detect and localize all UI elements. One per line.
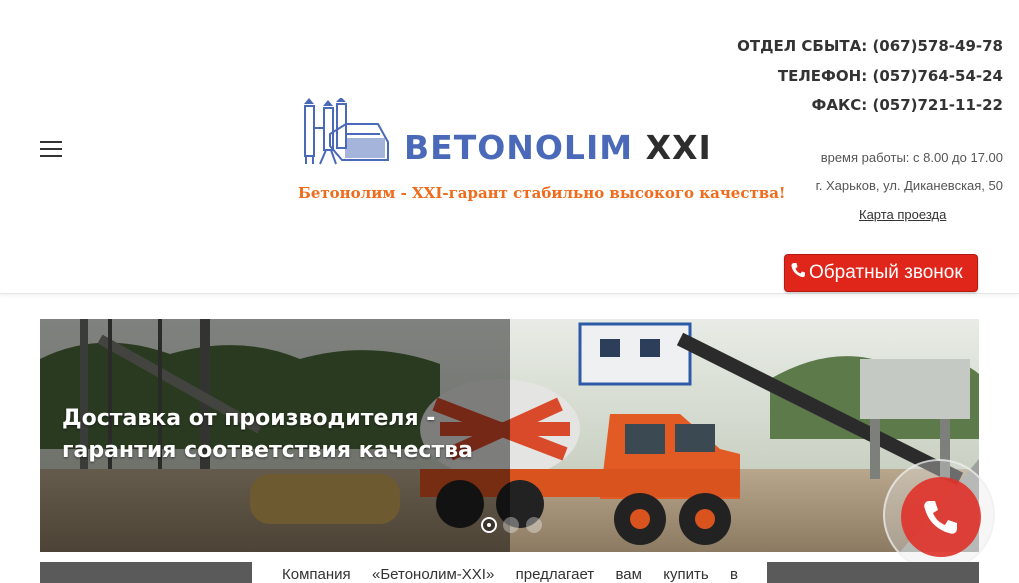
left-sidebar-block (40, 562, 252, 583)
site-slogan: Бетонолим - XXI-гарант стабильно высоког… (298, 184, 786, 202)
logo-suffix: XXI (645, 128, 712, 167)
slider-dot-2[interactable] (503, 516, 520, 533)
hero-slider[interactable]: Доставка от производителя - гарантия соо… (40, 319, 979, 552)
slide-caption: Доставка от производителя - гарантия соо… (62, 403, 473, 467)
logo-wordmark: BETONOLIM XXI (404, 128, 712, 167)
floating-call-button[interactable] (883, 459, 995, 571)
working-hours: время работы: с 8.00 до 17.00 (820, 150, 1003, 165)
contact-phones: ОТДЕЛ СБЫТА: (067)578-49-78 ТЕЛЕФОН: (05… (737, 36, 1003, 125)
fax-number: ФАКС: (057)721-11-22 (811, 96, 1003, 114)
hamburger-menu-icon[interactable] (40, 141, 62, 159)
slide-caption-line-2: гарантия соответствия качества (62, 438, 473, 463)
handset-icon (924, 501, 957, 534)
callback-button[interactable]: Обратный звонок (784, 254, 978, 292)
right-sidebar-block (767, 562, 979, 583)
address: г. Харьков, ул. Диканевская, 50 (815, 178, 1003, 193)
phone-icon (791, 255, 805, 291)
map-link[interactable]: Карта проезда (859, 207, 946, 222)
site-header: BETONOLIM XXI Бетонолим - XXI-гарант ста… (0, 0, 1019, 294)
main-phone[interactable]: ТЕЛЕФОН: (057)764-54-24 (737, 66, 1003, 96)
site-logo[interactable]: BETONOLIM XXI (300, 98, 725, 178)
concrete-plant-logo-icon (304, 98, 389, 165)
intro-text: Компания «Бетонолим-XXI» предлагает вам … (282, 566, 738, 583)
working-info: время работы: с 8.00 до 17.00 г. Харьков… (816, 150, 1003, 206)
logo-brand: BETONOLIM (404, 128, 634, 167)
slider-dot-1[interactable] (481, 516, 497, 533)
sales-phone[interactable]: ОТДЕЛ СБЫТА: (067)578-49-78 (737, 36, 1003, 66)
slider-pagination (481, 516, 544, 534)
slider-dot-3[interactable] (525, 516, 542, 533)
callback-label: Обратный звонок (809, 262, 963, 284)
slide-caption-line-1: Доставка от производителя - (62, 406, 436, 431)
